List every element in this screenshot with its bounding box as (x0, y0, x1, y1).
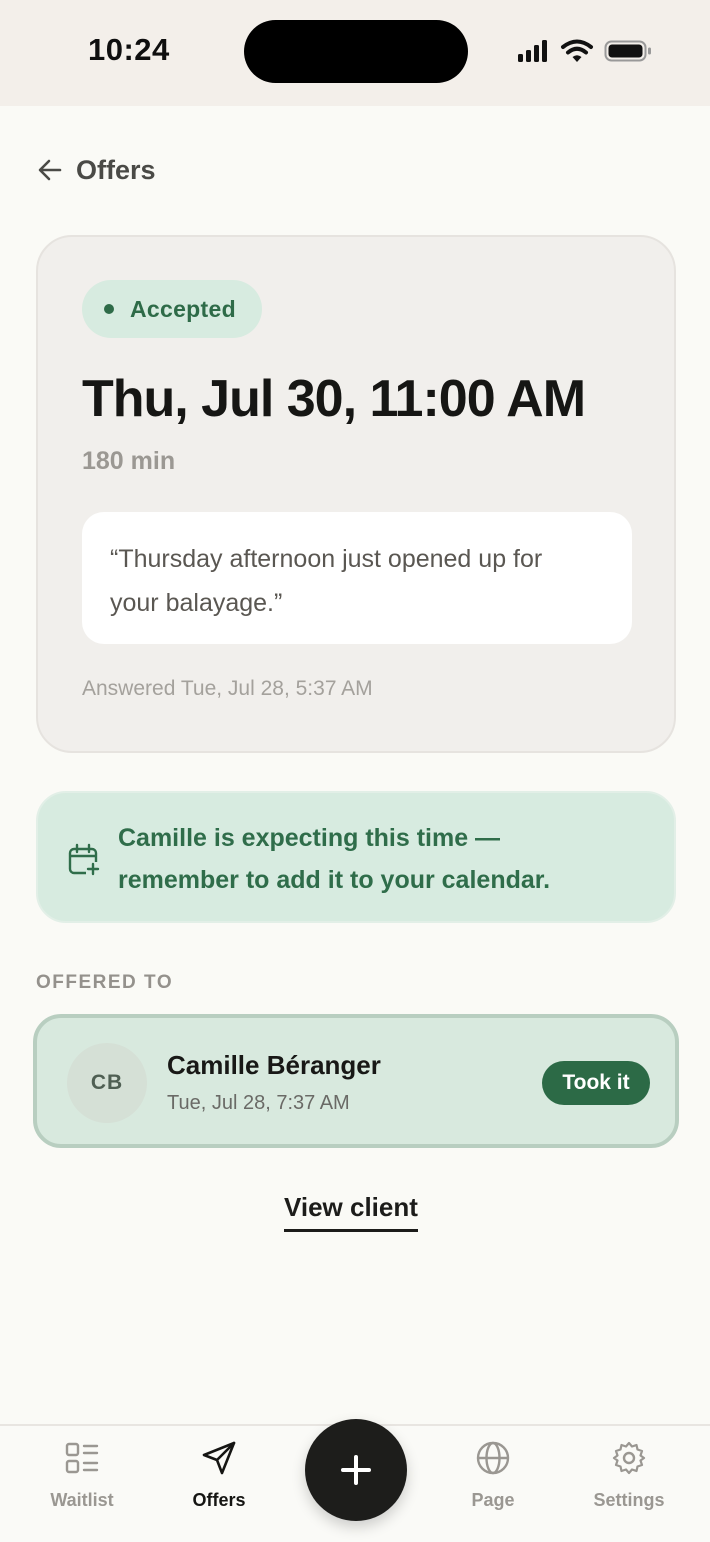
back-button[interactable]: Offers (36, 150, 156, 190)
calendar-plus-icon (68, 843, 100, 876)
offer-datetime: Thu, Jul 30, 11:00 AM (82, 370, 586, 428)
tab-label: Offers (192, 1490, 246, 1510)
back-label: Offers (76, 154, 156, 185)
reminder-line: Camille is expecting this time — (118, 824, 501, 852)
client-row[interactable]: CB Camille Béranger Tue, Jul 28, 7:37 AM… (33, 1014, 679, 1148)
offer-message-line: your balayage.” (110, 589, 283, 617)
wifi-icon (561, 39, 593, 62)
avatar: CB (67, 1043, 147, 1123)
tab-label: Page (471, 1490, 515, 1510)
signal-icon (518, 40, 547, 62)
reminder-text: Camille is expecting this time — remembe… (118, 817, 658, 901)
arrow-left-icon (38, 159, 62, 181)
response-badge: Took it (542, 1061, 650, 1105)
tab-offers[interactable]: Offers (154, 1440, 284, 1511)
offer-card: Accepted Thu, Jul 30, 11:00 AM 180 min “… (36, 235, 676, 753)
reminder-line: remember to add it to your calendar. (118, 866, 551, 894)
client-name: Camille Béranger (167, 1050, 381, 1080)
view-client-link[interactable]: View client (284, 1192, 418, 1232)
offer-message: “Thursday afternoon just opened up for y… (82, 512, 632, 644)
avatar-initials: CB (90, 1071, 124, 1094)
tab-label: Settings (593, 1490, 665, 1510)
tab-page[interactable]: Page (428, 1440, 558, 1511)
status-time: 10:24 (88, 32, 170, 67)
tab-waitlist[interactable]: Waitlist (17, 1440, 147, 1511)
battery-icon (604, 40, 651, 62)
status-badge: Accepted (82, 280, 262, 338)
plus-icon (341, 1455, 371, 1485)
gear-icon (612, 1441, 646, 1475)
dynamic-island (244, 20, 468, 83)
offer-duration: 180 min (82, 447, 176, 475)
offered-to-heading: OFFERED TO (36, 972, 174, 993)
tab-label: Waitlist (50, 1490, 114, 1510)
tab-settings[interactable]: Settings (564, 1440, 694, 1511)
status-dot (104, 304, 114, 314)
status-bar: 10:24 (0, 0, 710, 106)
calendar-reminder-banner: Camille is expecting this time — remembe… (36, 791, 676, 923)
list-icon (65, 1442, 99, 1474)
status-label: Accepted (130, 295, 236, 322)
offer-message-line: “Thursday afternoon just opened up for (110, 545, 543, 573)
response-badge-label: Took it (562, 1071, 630, 1094)
send-icon (202, 1441, 236, 1475)
client-response-time: Tue, Jul 28, 7:37 AM (167, 1092, 350, 1114)
answered-timestamp: Answered Tue, Jul 28, 5:37 AM (82, 677, 373, 700)
add-button[interactable] (305, 1419, 407, 1521)
globe-icon (476, 1441, 510, 1475)
